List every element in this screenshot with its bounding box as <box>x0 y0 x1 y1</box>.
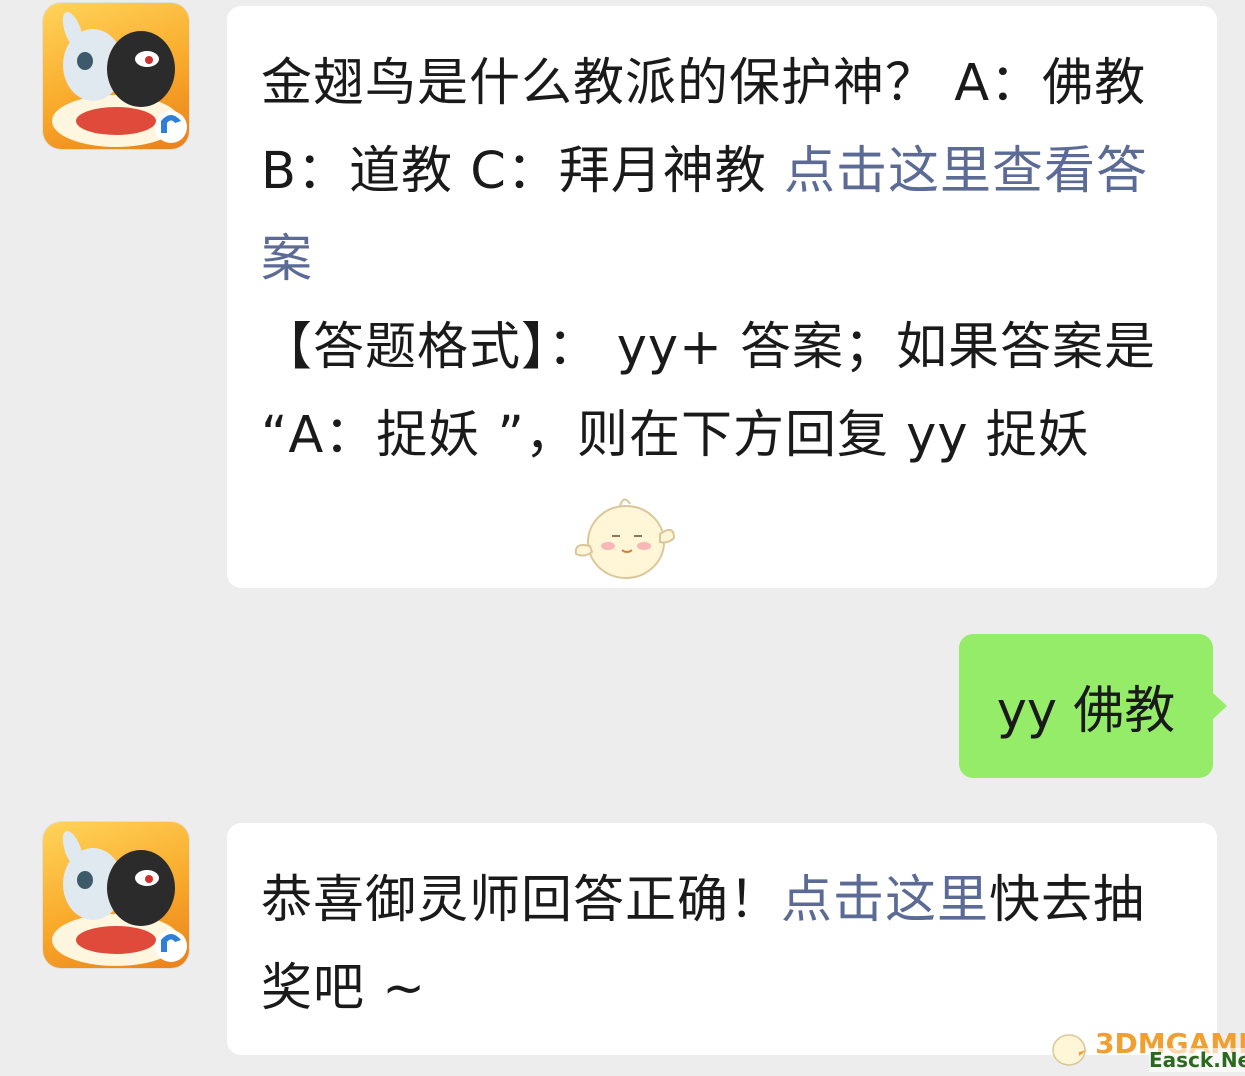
watermark: 3DMGAME Easck.Net <box>1049 1022 1245 1072</box>
message-text: 恭喜御灵师回答正确！点击这里快去抽奖吧 ~ <box>261 857 1187 1033</box>
lottery-link[interactable]: 点击这里 <box>781 871 989 930</box>
incoming-message-bubble[interactable]: 金翅鸟是什么教派的保护神？ A：佛教 B：道教 C：拜月神教 点击这里查看答案 … <box>227 6 1217 588</box>
message-text: 金翅鸟是什么教派的保护神？ A：佛教 B：道教 C：拜月神教 点击这里查看答案 … <box>261 40 1187 480</box>
congrats-text: 恭喜御灵师回答正确！ <box>261 871 782 930</box>
sender-avatar-icon[interactable] <box>43 3 189 149</box>
sender-avatar-icon[interactable] <box>43 822 189 968</box>
answer-format-text: 【答题格式】： yy+ 答案；如果答案是 “A：捉妖 ”，则在下方回复 yy 捉… <box>261 318 1157 465</box>
reply-text: yy 佛教 <box>996 682 1176 741</box>
outgoing-message-bubble[interactable]: yy 佛教 <box>959 634 1227 778</box>
chick-sticker-icon <box>572 494 676 588</box>
incoming-message-bubble[interactable]: 恭喜御灵师回答正确！点击这里快去抽奖吧 ~ <box>227 823 1217 1055</box>
watermark-site: Easck.Net <box>1149 1048 1245 1072</box>
